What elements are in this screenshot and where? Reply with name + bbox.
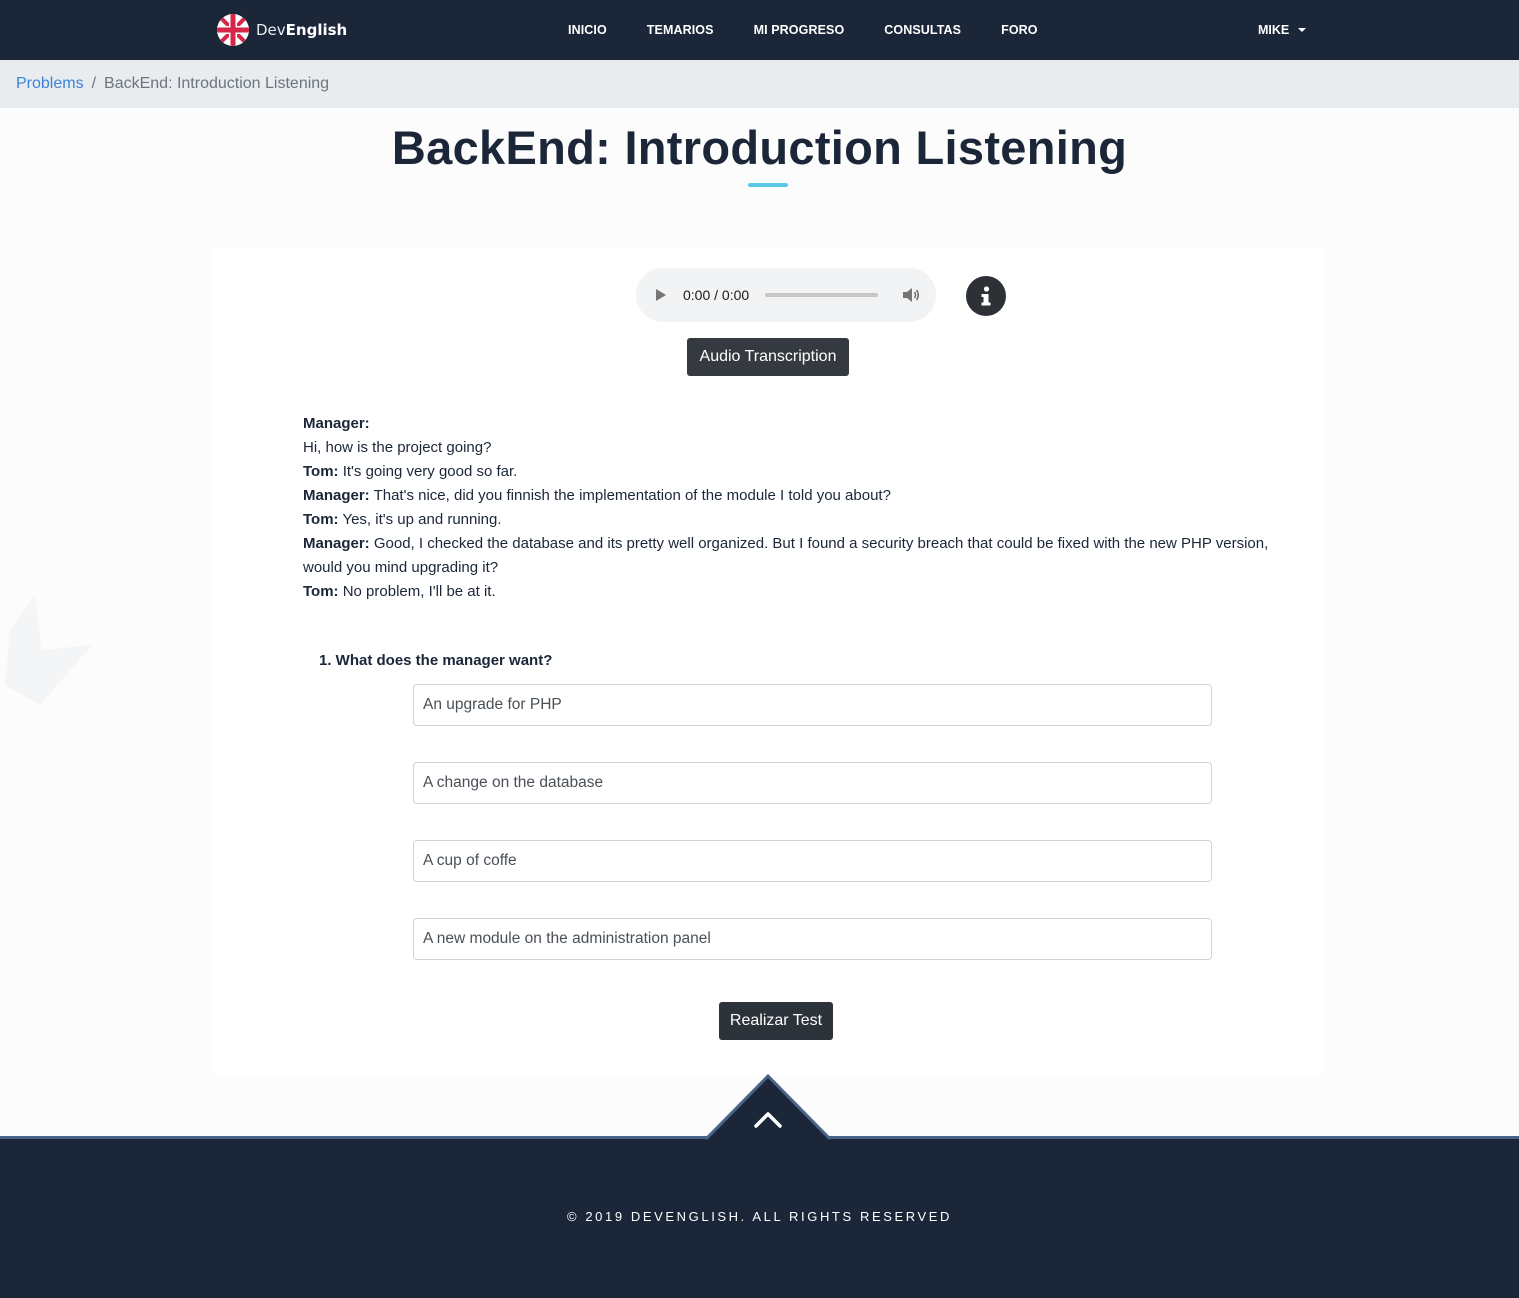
answer-option[interactable]: A cup of coffe: [413, 840, 1212, 882]
volume-icon[interactable]: [902, 287, 920, 303]
transcript-line: Manager: Good, I checked the database an…: [303, 532, 1273, 580]
brand-prefix: Dev: [256, 21, 286, 39]
navbar: DevEnglish INICIO TEMARIOS MI PROGRESO C…: [0, 0, 1519, 60]
transcript-line: Manager:: [303, 412, 1273, 436]
transcript-line: Manager: That's nice, did you finnish th…: [303, 484, 1273, 508]
audio-progress-track[interactable]: [765, 293, 879, 297]
breadcrumb-separator: /: [91, 75, 97, 92]
transcript-line: Tom: Yes, it's up and running.: [303, 508, 1273, 532]
breadcrumb: Problems / BackEnd: Introduction Listeni…: [0, 60, 1519, 108]
scroll-to-top-button[interactable]: [706, 1074, 830, 1140]
audio-time: 0:00 / 0:00: [683, 287, 750, 303]
nav-inicio[interactable]: INICIO: [548, 23, 627, 37]
caret-down-icon: [1298, 28, 1307, 32]
line-text: It's going very good so far.: [338, 463, 518, 480]
main-nav: INICIO TEMARIOS MI PROGRESO CONSULTAS FO…: [548, 0, 1058, 60]
play-icon[interactable]: [656, 289, 666, 301]
decorative-shape: [5, 595, 92, 705]
audio-transcription-button[interactable]: Audio Transcription: [687, 338, 849, 376]
speaker: Tom:: [303, 511, 339, 528]
info-button[interactable]: [966, 276, 1006, 316]
answer-option[interactable]: A new module on the administration panel: [413, 918, 1212, 960]
line-text: Hi, how is the project going?: [303, 439, 492, 456]
nav-consultas[interactable]: CONSULTAS: [864, 23, 981, 37]
speaker: Manager:: [303, 415, 370, 432]
audio-player[interactable]: 0:00 / 0:00: [636, 268, 936, 322]
info-icon: [981, 286, 991, 306]
answer-option[interactable]: A change on the database: [413, 762, 1212, 804]
line-text: No problem, I'll be at it.: [338, 583, 496, 600]
transcript-line: Tom: No problem, I'll be at it.: [303, 580, 1273, 604]
nav-temarios[interactable]: TEMARIOS: [627, 23, 734, 37]
speaker: Tom:: [303, 583, 339, 600]
speaker: Tom:: [303, 463, 339, 480]
line-text: Good, I checked the database and its pre…: [303, 535, 1269, 576]
breadcrumb-current: BackEnd: Introduction Listening: [104, 75, 330, 92]
speaker: Manager:: [303, 487, 370, 504]
brand-logo[interactable]: DevEnglish: [216, 13, 347, 47]
transcript-line: Hi, how is the project going?: [303, 436, 1273, 460]
title-underline: [748, 183, 788, 187]
copyright: © 2019 DEVENGLISH. ALL RIGHTS RESERVED: [566, 1209, 953, 1224]
realizar-test-button[interactable]: Realizar Test: [719, 1002, 833, 1040]
nav-mi-progreso[interactable]: MI PROGRESO: [734, 23, 865, 37]
line-text: That's nice, did you finnish the impleme…: [369, 487, 891, 504]
speaker: Manager:: [303, 535, 370, 552]
question-label: 1. What does the manager want?: [319, 652, 553, 669]
page-title: BackEnd: Introduction Listening: [391, 121, 1128, 174]
nav-foro[interactable]: FORO: [981, 23, 1058, 37]
user-menu[interactable]: MIKE: [1258, 0, 1307, 60]
answer-option[interactable]: An upgrade for PHP: [413, 684, 1212, 726]
user-name: MIKE: [1258, 23, 1290, 37]
breadcrumb-problems-link[interactable]: Problems: [16, 75, 84, 93]
transcript: Manager: Hi, how is the project going? T…: [303, 412, 1273, 604]
brand-suffix: English: [285, 21, 348, 39]
uk-flag-icon: [217, 14, 249, 46]
line-text: Yes, it's up and running.: [338, 511, 502, 528]
transcript-line: Tom: It's going very good so far.: [303, 460, 1273, 484]
